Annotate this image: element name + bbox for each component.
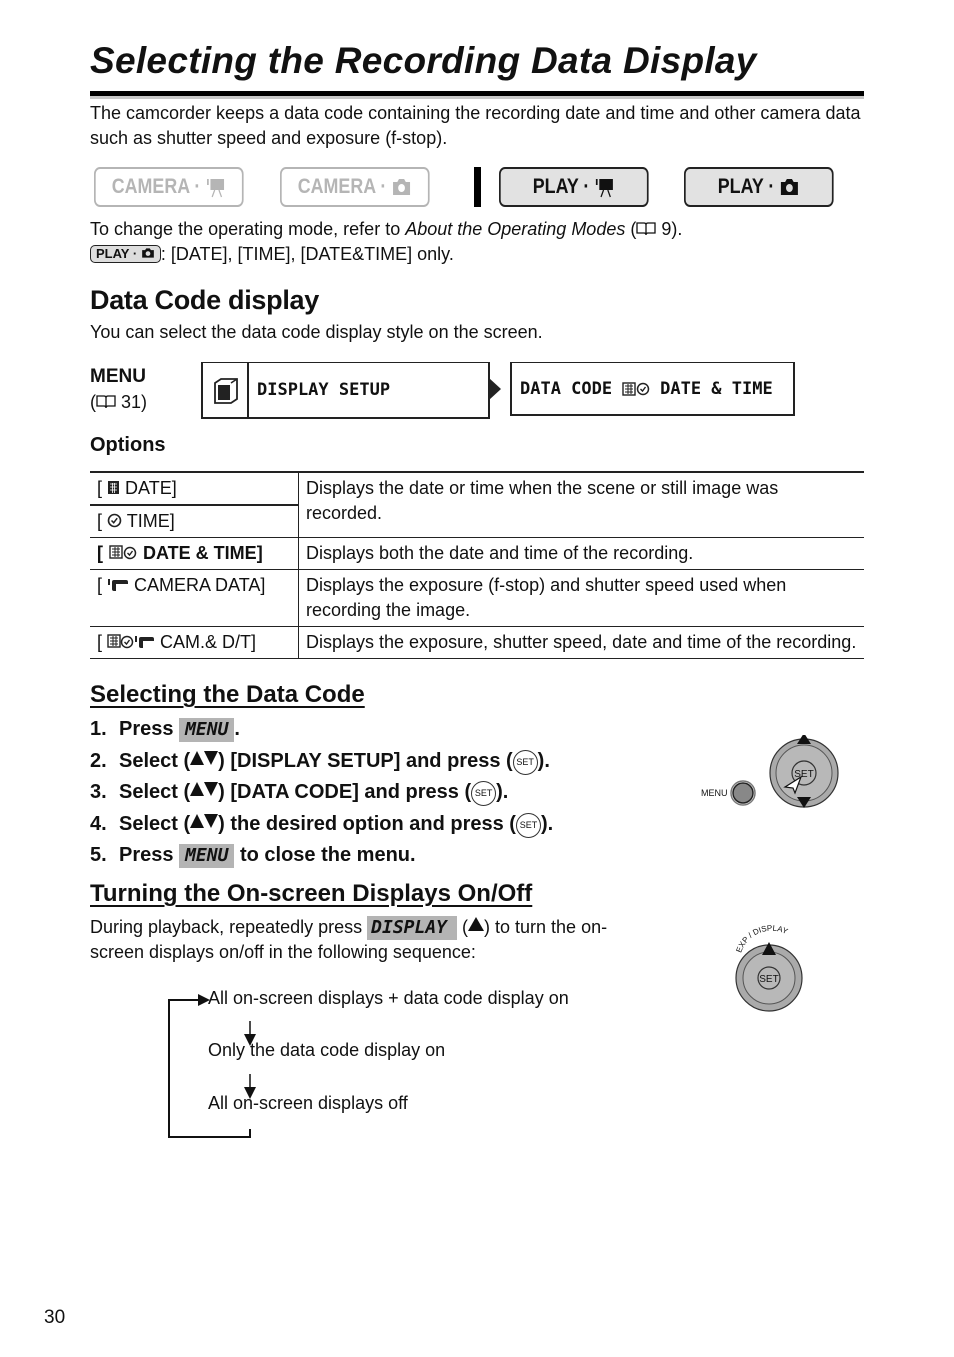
step-item: 5. Press MENU to close the menu. bbox=[90, 844, 416, 868]
option-name: [ DATE] bbox=[90, 472, 299, 505]
section-heading: Data Code display bbox=[90, 285, 319, 315]
table-row: [ CAM.& D/T] Displays the exposure, shut… bbox=[90, 626, 864, 659]
up-arrow-icon bbox=[190, 813, 205, 828]
option-description: Displays the date or time when the scene… bbox=[306, 478, 779, 523]
ref-page: 31) bbox=[116, 392, 148, 412]
lcd-menu-label: DISPLAY SETUP bbox=[257, 380, 391, 400]
set-button-icon: SET bbox=[515, 812, 541, 838]
option-name: [ CAM.& D/T] bbox=[90, 626, 299, 659]
option-description: Displays the exposure (f-stop) and shutt… bbox=[306, 575, 787, 620]
table-row: [ DATE] Displays the date or time when t… bbox=[90, 472, 864, 523]
menu-label: MENU bbox=[90, 366, 146, 387]
option-name: [ DATE & TIME] bbox=[90, 537, 299, 570]
options-label: Options bbox=[90, 434, 166, 456]
title-rule-shadow bbox=[90, 96, 864, 99]
movie-camera-icon bbox=[596, 179, 614, 198]
sequence-step: Only the data code display on bbox=[208, 1040, 446, 1060]
note-page: 9). bbox=[656, 219, 683, 239]
joystick-icon: SET bbox=[769, 735, 839, 808]
step-item: 4. Select () the desired option and press… bbox=[90, 809, 553, 841]
sequence-step: All on-screen displays + data code displ… bbox=[208, 988, 569, 1008]
note-text: ( bbox=[625, 219, 637, 239]
intro-paragraph: The camcorder keeps a data code containi… bbox=[90, 103, 861, 148]
onscreen-paragraph: During playback, repeatedly press DISPLA… bbox=[90, 916, 608, 962]
camera-data-icon bbox=[108, 579, 129, 591]
page-title: Selecting the Recording Data Display bbox=[90, 40, 757, 81]
option-name: [ TIME] bbox=[90, 505, 299, 538]
display-dial-diagram: EXP / DISPLAY SET bbox=[734, 925, 803, 1012]
cam-date-time-icon bbox=[107, 634, 155, 649]
option-description: Displays both the date and time of the r… bbox=[306, 543, 694, 563]
joystick-diagram: MENU SET bbox=[701, 735, 839, 808]
play-still-badge: PLAY · bbox=[90, 245, 161, 263]
lcd-value-label: DATE & TIME bbox=[660, 378, 773, 399]
option-name: [ CAMERA DATA] bbox=[90, 569, 299, 627]
mode-reference-note: To change the operating mode, refer to A… bbox=[90, 217, 682, 267]
lcd-menu-data-code: DATA CODE DATE & TIME bbox=[510, 362, 795, 416]
clock-icon bbox=[107, 513, 122, 528]
options-table: [ DATE] Displays the date or time when t… bbox=[90, 471, 864, 659]
sequence-flow-lines bbox=[168, 994, 256, 1138]
sequence-step: All on-screen displays off bbox=[208, 1093, 408, 1113]
set-button-icon: SET bbox=[512, 749, 538, 775]
restriction-text: : [DATE], [TIME], [DATE&TIME] only. bbox=[160, 244, 454, 264]
menu-page-reference: ( 31) bbox=[90, 392, 147, 413]
mode-label: CAMERA · bbox=[297, 175, 387, 198]
menu-button-label: MENU bbox=[701, 788, 728, 798]
display-button[interactable]: DISPLAY bbox=[367, 916, 458, 940]
page-number: 30 bbox=[44, 1307, 66, 1328]
display-setup-icon bbox=[203, 363, 249, 417]
operating-modes-link[interactable]: About the Operating Modes bbox=[405, 219, 625, 239]
badge-label: PLAY · bbox=[96, 246, 138, 261]
steps-list: 1. Press MENU. 2. Select () [DISPLAY SETUP… bbox=[90, 714, 553, 872]
note-text: To change the operating mode, refer to bbox=[90, 219, 406, 239]
step-item: 1. Press MENU. bbox=[90, 718, 240, 742]
loop-line bbox=[168, 999, 251, 1138]
section-subtitle: You can select the data code display sty… bbox=[90, 322, 543, 342]
mode-play-still: PLAY · bbox=[684, 167, 834, 207]
lcd-item-label: DATA CODE bbox=[520, 378, 613, 399]
up-arrow-icon bbox=[468, 917, 485, 931]
down-arrow-icon bbox=[204, 813, 219, 828]
svg-text:SET: SET bbox=[794, 769, 813, 780]
book-icon bbox=[96, 395, 116, 409]
step-item: 2. Select () [DISPLAY SETUP] and press (S… bbox=[90, 746, 553, 778]
arrow-right-icon bbox=[489, 378, 501, 400]
subsection-heading: Selecting the Data Code bbox=[90, 681, 365, 708]
menu-button[interactable]: MENU bbox=[179, 844, 235, 868]
mode-separator bbox=[474, 167, 481, 207]
mode-camera-still: CAMERA · bbox=[280, 167, 430, 207]
movie-camera-icon bbox=[207, 179, 225, 198]
set-button-icon: SET bbox=[471, 781, 497, 807]
up-arrow-icon bbox=[190, 750, 205, 765]
mode-label: PLAY · bbox=[717, 175, 775, 198]
down-arrow-icon bbox=[204, 782, 219, 796]
mode-label: CAMERA · bbox=[111, 175, 201, 198]
option-description: Displays the exposure, shutter speed, da… bbox=[306, 632, 857, 652]
calendar-clock-icon bbox=[109, 545, 137, 560]
down-arrow-icon bbox=[204, 750, 219, 765]
dial-set-label: SET bbox=[759, 974, 778, 985]
still-camera-icon bbox=[393, 179, 411, 195]
step-item: 3. Select () [DATA CODE] and press (SET). bbox=[90, 777, 553, 809]
still-camera-icon bbox=[781, 179, 799, 195]
up-arrow-icon bbox=[190, 782, 205, 796]
operating-modes: CAMERA · CAMERA · PLAY · PLAY · bbox=[94, 167, 864, 207]
subsection-heading: Turning the On-screen Displays On/Off bbox=[90, 880, 533, 907]
lcd-menu-display-setup: DISPLAY SETUP bbox=[201, 362, 490, 419]
book-icon bbox=[636, 222, 656, 236]
still-camera-icon bbox=[141, 248, 154, 258]
menu-button-icon bbox=[730, 780, 756, 806]
calendar-icon bbox=[108, 481, 120, 494]
mode-camera-movie: CAMERA · bbox=[94, 167, 244, 207]
table-row: [ DATE & TIME] Displays both the date an… bbox=[90, 537, 864, 570]
menu-button[interactable]: MENU bbox=[179, 718, 235, 742]
mode-play-movie: PLAY · bbox=[499, 167, 649, 207]
mode-label: PLAY · bbox=[532, 175, 590, 198]
calendar-clock-icon bbox=[622, 381, 650, 396]
table-row: [ CAMERA DATA] Displays the exposure (f-… bbox=[90, 569, 864, 627]
